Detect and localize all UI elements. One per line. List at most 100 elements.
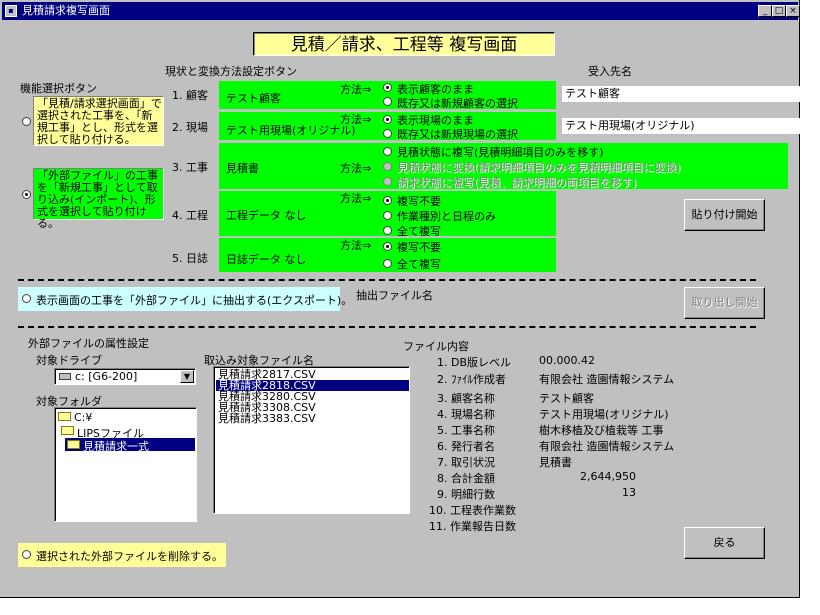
work-option-copy-estimate[interactable]: 見積状態に複写(見積明細項目のみを移す) — [397, 144, 604, 160]
work-current: 見積書 — [226, 162, 259, 175]
process-option-none[interactable]: 複写不要 — [397, 193, 441, 209]
folder-item-estimate-text: 見積請求一式 — [83, 440, 149, 453]
diary-option-none-radio[interactable] — [383, 242, 392, 251]
export-option[interactable]: 表示画面の工事を「外部ファイル」に抽出する(エクスポート)。 — [18, 287, 352, 311]
diary-option-all[interactable]: 全て複写 — [397, 256, 441, 272]
info-label: 5. 工事名称 — [437, 424, 495, 437]
diary-method-label: 方法⇒ — [340, 239, 372, 252]
info-label: 10. 工程表作業数 — [429, 504, 516, 517]
minimize-button[interactable]: _ — [758, 5, 772, 17]
folder-list[interactable]: C:¥ LIPSファイル 見積請求一式 — [54, 407, 197, 522]
process-method-label: 方法⇒ — [340, 192, 372, 205]
info-value: 2,644,950 — [580, 470, 636, 483]
paste-start-button[interactable]: 貼り付け開始 — [684, 199, 765, 231]
info-label: 2. ﾌｧｲﾙ作成者 — [437, 373, 506, 386]
delete-option-text: 選択された外部ファイルを削除する。 — [36, 550, 223, 563]
folder-icon — [61, 426, 74, 435]
window-icon: ▪ — [5, 5, 17, 17]
row-label-work: 3. 工事 — [172, 161, 208, 174]
info-label: 3. 顧客名称 — [437, 392, 495, 405]
work-option-copy-estimate-radio[interactable] — [383, 147, 392, 156]
customer-option-keep-radio[interactable] — [383, 83, 392, 92]
divider-top — [18, 279, 756, 281]
window-title: 見積請求複写画面 — [22, 4, 110, 17]
work-option-copy-invoice-radio — [383, 177, 392, 186]
info-label: 8. 合計金額 — [437, 472, 495, 485]
page-heading: 見積／請求、工程等 複写画面 — [253, 32, 555, 56]
site-receiver-field[interactable]: テスト用現場(オリジナル) — [562, 118, 800, 134]
delete-option-radio[interactable] — [22, 550, 31, 559]
info-value: 見積書 — [539, 456, 572, 469]
extract-file-label: 抽出ファイル名 — [356, 289, 433, 302]
receiver-label: 受入先名 — [588, 65, 632, 78]
info-value: 13 — [622, 486, 636, 499]
row-label-process: 4. 工程 — [172, 209, 208, 222]
site-current: テスト用現場(オリジナル) — [226, 124, 356, 137]
drive-value: c: [G6-200] — [75, 370, 138, 383]
chevron-down-icon[interactable]: ▼ — [180, 370, 194, 383]
function-option-import-radio[interactable] — [22, 190, 31, 199]
work-method-label: 方法⇒ — [340, 162, 372, 175]
diary-current: 日誌データ なし — [226, 253, 307, 266]
folder-icon — [58, 412, 71, 421]
customer-option-select-radio[interactable] — [383, 97, 392, 106]
export-option-radio[interactable] — [22, 294, 31, 303]
info-value: テスト顧客 — [539, 392, 594, 405]
target-drive-label: 対象ドライブ — [36, 354, 102, 367]
process-option-all[interactable]: 全て複写 — [397, 223, 441, 239]
row-label-site: 2. 現場 — [172, 121, 208, 134]
method-setting-label: 現状と変換方法設定ボタン — [165, 65, 297, 78]
function-option-paste-radio[interactable] — [22, 117, 31, 126]
folder-item-root-text: C:¥ — [74, 411, 93, 424]
customer-receiver-field[interactable]: テスト顧客 — [562, 86, 800, 102]
function-option-import-text: 「外部ファイル」の工事を「新規工事」として取り込み(インポート)、形式を選択して… — [37, 169, 158, 230]
info-label: 9. 明細行数 — [437, 488, 495, 501]
process-option-none-radio[interactable] — [383, 196, 392, 205]
drive-icon — [59, 373, 71, 380]
divider-bottom — [18, 326, 756, 328]
info-label: 4. 現場名称 — [437, 408, 495, 421]
process-option-schedule-radio[interactable] — [383, 211, 392, 220]
folder-icon — [67, 440, 80, 449]
export-option-text: 表示画面の工事を「外部ファイル」に抽出する(エクスポート)。 — [36, 294, 353, 307]
delete-option[interactable]: 選択された外部ファイルを削除する。 — [18, 543, 226, 567]
info-value: 00.000.42 — [539, 354, 595, 367]
info-label: 6. 発行者名 — [437, 440, 495, 453]
info-label: 1. DB版レベル — [437, 356, 512, 369]
process-current: 工程データ なし — [226, 209, 307, 222]
info-value: 樹木移植及び植栽等 工事 — [539, 424, 664, 437]
folder-item-estimate[interactable]: 見積請求一式 — [65, 438, 195, 453]
title-bar: ▪ 見積請求複写画面 _ □ × — [2, 2, 800, 20]
row-label-diary: 5. 日誌 — [172, 252, 208, 265]
customer-current: テスト顧客 — [226, 92, 281, 105]
function-option-paste[interactable]: 「見積/請求選択画面」で選択された工事を、「新規工事」とし、形式を選択して貼り付… — [33, 96, 164, 146]
function-option-paste-text: 「見積/請求選択画面」で選択された工事を、「新規工事」とし、形式を選択して貼り付… — [37, 97, 162, 146]
close-button[interactable]: × — [786, 5, 800, 17]
row-label-customer: 1. 顧客 — [172, 89, 208, 102]
info-label: 11. 作業報告日数 — [429, 520, 516, 533]
customer-method-label: 方法⇒ — [340, 83, 372, 96]
work-option-convert-estimate-radio — [383, 162, 392, 171]
back-button[interactable]: 戻る — [684, 527, 765, 559]
file-content-label: ファイル内容 — [403, 340, 469, 353]
diary-option-none[interactable]: 複写不要 — [397, 239, 441, 255]
main-window: ▪ 見積請求複写画面 _ □ × 見積／請求、工程等 複写画面 機能選択ボタン … — [0, 0, 800, 598]
maximize-button[interactable]: □ — [772, 5, 786, 17]
diary-option-all-radio[interactable] — [383, 259, 392, 268]
work-option-copy-invoice: 請求状態に複写(見積、請求明細の両項目を移す) — [397, 176, 637, 189]
info-label: 7. 取引状況 — [437, 456, 495, 469]
drive-select[interactable]: c: [G6-200] ▼ — [54, 368, 196, 385]
site-option-select[interactable]: 既存又は新規現場の選択 — [397, 126, 518, 142]
customer-option-select[interactable]: 既存又は新規顧客の選択 — [397, 95, 518, 111]
site-option-select-radio[interactable] — [383, 129, 392, 138]
process-option-schedule[interactable]: 作業種別と日程のみ — [397, 208, 496, 224]
extract-start-button: 取り出し開始 — [684, 287, 765, 319]
function-select-label: 機能選択ボタン — [20, 82, 97, 95]
file-item[interactable]: 見積請求3383.CSV — [216, 413, 409, 424]
external-attrs-label: 外部ファイルの属性設定 — [28, 337, 149, 350]
info-value: テスト用現場(オリジナル) — [539, 408, 669, 421]
file-list[interactable]: 見積請求2817.CSV 見積請求2818.CSV 見積請求3280.CSV 見… — [213, 366, 410, 514]
process-option-all-radio[interactable] — [383, 226, 392, 235]
site-option-keep-radio[interactable] — [383, 115, 392, 124]
function-option-import[interactable]: 「外部ファイル」の工事を「新規工事」として取り込み(インポート)、形式を選択して… — [33, 168, 164, 230]
